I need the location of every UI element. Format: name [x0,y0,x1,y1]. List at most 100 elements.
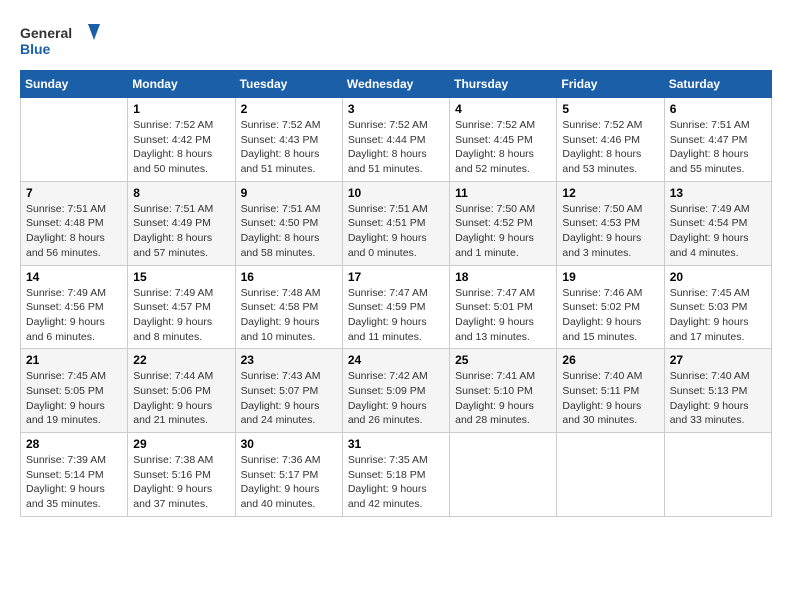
weekday-header-friday: Friday [557,71,664,98]
calendar-cell: 8Sunrise: 7:51 AMSunset: 4:49 PMDaylight… [128,181,235,265]
calendar-cell: 6 Sunrise: 7:51 AMSunset: 4:47 PMDaylight… [664,98,771,182]
calendar-cell: 4 Sunrise: 7:52 AMSunset: 4:45 PMDaylight… [450,98,557,182]
calendar-cell: 12 Sunrise: 7:50 AMSunset: 4:53 PMDayligh… [557,181,664,265]
calendar-header: SundayMondayTuesdayWednesdayThursdayFrid… [21,71,772,98]
day-info: Sunrise: 7:50 AMSunset: 4:53 PMDaylight:… [562,202,658,261]
calendar-cell: 15Sunrise: 7:49 AMSunset: 4:57 PMDayligh… [128,265,235,349]
calendar-cell: 2 Sunrise: 7:52 AMSunset: 4:43 PMDaylight… [235,98,342,182]
day-number: 22 [133,353,229,367]
logo-icon: General Blue [20,20,100,60]
day-info: Sunrise: 7:49 AMSunset: 4:57 PMDaylight:… [133,286,229,345]
calendar-table: SundayMondayTuesdayWednesdayThursdayFrid… [20,70,772,517]
day-info: Sunrise: 7:36 AMSunset: 5:17 PMDaylight:… [241,453,337,512]
calendar-cell: 17 Sunrise: 7:47 AMSunset: 4:59 PMDayligh… [342,265,449,349]
weekday-header-monday: Monday [128,71,235,98]
day-number: 30 [241,437,337,451]
calendar-week-row: 7 Sunrise: 7:51 AMSunset: 4:48 PMDaylight… [21,181,772,265]
day-info: Sunrise: 7:52 AMSunset: 4:43 PMDaylight:… [241,118,337,177]
day-info: Sunrise: 7:51 AMSunset: 4:47 PMDaylight:… [670,118,766,177]
day-number: 28 [26,437,122,451]
day-info: Sunrise: 7:45 AMSunset: 5:03 PMDaylight:… [670,286,766,345]
calendar-cell: 1 Sunrise: 7:52 AMSunset: 4:42 PMDaylight… [128,98,235,182]
day-number: 3 [348,102,444,116]
calendar-cell: 27 Sunrise: 7:40 AMSunset: 5:13 PMDayligh… [664,349,771,433]
day-info: Sunrise: 7:35 AMSunset: 5:18 PMDaylight:… [348,453,444,512]
calendar-cell: 5 Sunrise: 7:52 AMSunset: 4:46 PMDaylight… [557,98,664,182]
weekday-header-wednesday: Wednesday [342,71,449,98]
calendar-cell: 14 Sunrise: 7:49 AMSunset: 4:56 PMDayligh… [21,265,128,349]
day-number: 5 [562,102,658,116]
day-number: 2 [241,102,337,116]
calendar-cell: 3Sunrise: 7:52 AMSunset: 4:44 PMDaylight… [342,98,449,182]
day-info: Sunrise: 7:47 AMSunset: 4:59 PMDaylight:… [348,286,444,345]
day-number: 9 [241,186,337,200]
day-info: Sunrise: 7:38 AMSunset: 5:16 PMDaylight:… [133,453,229,512]
weekday-header-saturday: Saturday [664,71,771,98]
day-info: Sunrise: 7:40 AMSunset: 5:13 PMDaylight:… [670,369,766,428]
day-number: 4 [455,102,551,116]
calendar-cell [557,433,664,517]
day-info: Sunrise: 7:51 AMSunset: 4:51 PMDaylight:… [348,202,444,261]
day-info: Sunrise: 7:44 AMSunset: 5:06 PMDaylight:… [133,369,229,428]
day-info: Sunrise: 7:49 AMSunset: 4:56 PMDaylight:… [26,286,122,345]
calendar-cell: 25 Sunrise: 7:41 AMSunset: 5:10 PMDayligh… [450,349,557,433]
day-info: Sunrise: 7:51 AMSunset: 4:49 PMDaylight:… [133,202,229,261]
calendar-cell: 31 Sunrise: 7:35 AMSunset: 5:18 PMDayligh… [342,433,449,517]
weekday-header-sunday: Sunday [21,71,128,98]
day-info: Sunrise: 7:50 AMSunset: 4:52 PMDaylight:… [455,202,551,261]
calendar-cell [664,433,771,517]
calendar-week-row: 21Sunrise: 7:45 AMSunset: 5:05 PMDayligh… [21,349,772,433]
day-number: 31 [348,437,444,451]
page-header: General Blue [20,20,772,60]
day-number: 1 [133,102,229,116]
calendar-cell [450,433,557,517]
calendar-cell: 9Sunrise: 7:51 AMSunset: 4:50 PMDaylight… [235,181,342,265]
calendar-cell: 24 Sunrise: 7:42 AMSunset: 5:09 PMDayligh… [342,349,449,433]
day-number: 13 [670,186,766,200]
calendar-week-row: 1 Sunrise: 7:52 AMSunset: 4:42 PMDaylight… [21,98,772,182]
day-info: Sunrise: 7:47 AMSunset: 5:01 PMDaylight:… [455,286,551,345]
weekday-header-tuesday: Tuesday [235,71,342,98]
calendar-cell: 10 Sunrise: 7:51 AMSunset: 4:51 PMDayligh… [342,181,449,265]
calendar-cell: 21Sunrise: 7:45 AMSunset: 5:05 PMDayligh… [21,349,128,433]
calendar-body: 1 Sunrise: 7:52 AMSunset: 4:42 PMDaylight… [21,98,772,517]
day-number: 12 [562,186,658,200]
day-number: 19 [562,270,658,284]
calendar-cell: 30 Sunrise: 7:36 AMSunset: 5:17 PMDayligh… [235,433,342,517]
day-info: Sunrise: 7:52 AMSunset: 4:42 PMDaylight:… [133,118,229,177]
calendar-cell: 23Sunrise: 7:43 AMSunset: 5:07 PMDayligh… [235,349,342,433]
calendar-cell: 28 Sunrise: 7:39 AMSunset: 5:14 PMDayligh… [21,433,128,517]
calendar-week-row: 14 Sunrise: 7:49 AMSunset: 4:56 PMDayligh… [21,265,772,349]
calendar-cell: 29 Sunrise: 7:38 AMSunset: 5:16 PMDayligh… [128,433,235,517]
day-number: 6 [670,102,766,116]
day-number: 24 [348,353,444,367]
day-info: Sunrise: 7:48 AMSunset: 4:58 PMDaylight:… [241,286,337,345]
day-info: Sunrise: 7:46 AMSunset: 5:02 PMDaylight:… [562,286,658,345]
day-number: 14 [26,270,122,284]
day-number: 29 [133,437,229,451]
day-number: 17 [348,270,444,284]
day-info: Sunrise: 7:39 AMSunset: 5:14 PMDaylight:… [26,453,122,512]
day-info: Sunrise: 7:49 AMSunset: 4:54 PMDaylight:… [670,202,766,261]
svg-text:General: General [20,25,72,41]
svg-text:Blue: Blue [20,41,51,57]
day-number: 10 [348,186,444,200]
calendar-cell: 26Sunrise: 7:40 AMSunset: 5:11 PMDayligh… [557,349,664,433]
day-info: Sunrise: 7:42 AMSunset: 5:09 PMDaylight:… [348,369,444,428]
day-number: 25 [455,353,551,367]
calendar-cell: 22 Sunrise: 7:44 AMSunset: 5:06 PMDayligh… [128,349,235,433]
calendar-cell: 11 Sunrise: 7:50 AMSunset: 4:52 PMDayligh… [450,181,557,265]
calendar-cell: 20Sunrise: 7:45 AMSunset: 5:03 PMDayligh… [664,265,771,349]
day-number: 7 [26,186,122,200]
day-number: 27 [670,353,766,367]
day-number: 16 [241,270,337,284]
calendar-cell: 18Sunrise: 7:47 AMSunset: 5:01 PMDayligh… [450,265,557,349]
calendar-cell: 13 Sunrise: 7:49 AMSunset: 4:54 PMDayligh… [664,181,771,265]
day-info: Sunrise: 7:51 AMSunset: 4:48 PMDaylight:… [26,202,122,261]
day-info: Sunrise: 7:52 AMSunset: 4:46 PMDaylight:… [562,118,658,177]
day-number: 11 [455,186,551,200]
day-info: Sunrise: 7:41 AMSunset: 5:10 PMDaylight:… [455,369,551,428]
calendar-cell: 19 Sunrise: 7:46 AMSunset: 5:02 PMDayligh… [557,265,664,349]
logo: General Blue [20,20,100,60]
day-info: Sunrise: 7:52 AMSunset: 4:45 PMDaylight:… [455,118,551,177]
